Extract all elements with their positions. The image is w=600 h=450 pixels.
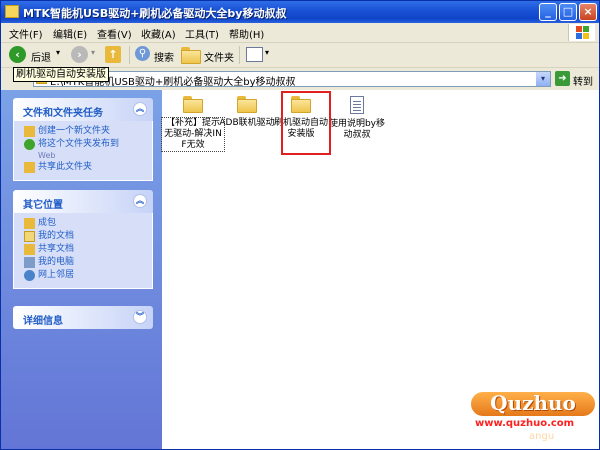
toolbar-separator bbox=[239, 46, 240, 64]
views-dropdown-icon[interactable]: ▾ bbox=[265, 48, 269, 57]
up-folder-icon[interactable]: ↑ bbox=[105, 46, 121, 63]
documents-icon bbox=[24, 231, 35, 242]
publish-web-link[interactable]: 将这个文件夹发布到 bbox=[14, 138, 152, 151]
network-icon bbox=[24, 270, 35, 281]
network-places-label: 网上邻居 bbox=[38, 270, 75, 280]
file-tasks-body: 创建一个新文件夹 将这个文件夹发布到 Web 共享此文件夹 bbox=[13, 121, 153, 181]
file-tasks-title: 文件和文件夹任务 bbox=[23, 108, 103, 119]
task-pane: 文件和文件夹任务 ︽ 创建一个新文件夹 将这个文件夹发布到 Web 共享此文件夹… bbox=[1, 90, 162, 449]
menu-favorites[interactable]: 收藏(A) bbox=[141, 26, 176, 41]
publish-web-sub[interactable]: Web bbox=[14, 151, 152, 161]
file-item[interactable]: ADB联机驱动 bbox=[216, 96, 278, 129]
shared-documents-link[interactable]: 共享文档 bbox=[14, 243, 152, 256]
my-documents-link[interactable]: 我的文档 bbox=[14, 230, 152, 243]
close-button[interactable]: × bbox=[579, 3, 597, 21]
globe-icon bbox=[24, 139, 35, 150]
address-input[interactable]: E:\MTK智能机USB驱动+刷机必备驱动大全by移动叔叔 ▾ bbox=[33, 71, 551, 88]
folders-button-label[interactable]: 文件夹 bbox=[204, 49, 234, 64]
file-name: 【补充】提示无驱动-解决INF无效 bbox=[161, 117, 225, 152]
toolbar-separator bbox=[129, 46, 130, 64]
back-arrow-icon[interactable]: ‹ bbox=[9, 46, 26, 63]
other-places-header[interactable]: 其它位置 ︽ bbox=[13, 190, 153, 213]
expand-chevron-icon[interactable]: ︾ bbox=[133, 310, 147, 324]
new-folder-label: 创建一个新文件夹 bbox=[38, 126, 111, 136]
forward-arrow-icon[interactable]: › bbox=[71, 46, 88, 63]
folder-icon bbox=[237, 96, 257, 113]
menu-help[interactable]: 帮助(H) bbox=[229, 26, 264, 41]
forward-dropdown-icon[interactable]: ▾ bbox=[91, 48, 95, 57]
search-button-label[interactable]: 搜索 bbox=[154, 49, 174, 64]
folder-icon bbox=[183, 96, 203, 113]
views-icon[interactable] bbox=[246, 47, 263, 62]
go-button-label[interactable]: 转到 bbox=[573, 73, 593, 88]
file-item[interactable]: 使用说明by移动叔叔 bbox=[326, 96, 388, 141]
file-tasks-header[interactable]: 文件和文件夹任务 ︽ bbox=[13, 98, 153, 121]
explorer-window: MTK智能机USB驱动+刷机必备驱动大全by移动叔叔 _ □ × 文件(F) 编… bbox=[0, 0, 600, 450]
menu-edit[interactable]: 编辑(E) bbox=[53, 26, 87, 41]
file-tasks-panel: 文件和文件夹任务 ︽ 创建一个新文件夹 将这个文件夹发布到 Web 共享此文件夹 bbox=[13, 98, 153, 181]
my-documents-label: 我的文档 bbox=[38, 231, 75, 241]
publish-web-label: 将这个文件夹发布到 bbox=[38, 139, 120, 149]
go-arrow-icon[interactable]: ➜ bbox=[555, 71, 570, 86]
folder-icon bbox=[24, 218, 35, 229]
other-places-title: 其它位置 bbox=[23, 200, 63, 211]
address-dropdown-icon[interactable]: ▾ bbox=[536, 72, 550, 86]
highlight-box bbox=[281, 91, 331, 155]
watermark-brand: Quzhuo bbox=[469, 390, 597, 418]
my-computer-link[interactable]: 我的电脑 bbox=[14, 256, 152, 269]
collapse-chevron-icon[interactable]: ︽ bbox=[133, 194, 147, 208]
details-title: 详细信息 bbox=[23, 316, 63, 327]
file-name: 使用说明by移动叔叔 bbox=[328, 119, 386, 140]
network-places-link[interactable]: 网上邻居 bbox=[14, 269, 152, 282]
share-folder-link[interactable]: 共享此文件夹 bbox=[14, 161, 152, 174]
details-header[interactable]: 详细信息 ︾ bbox=[13, 306, 153, 329]
other-places-panel: 其它位置 ︽ 成包 我的文档 共享文档 我的电脑 网上邻居 bbox=[13, 190, 153, 289]
place-link[interactable]: 成包 bbox=[14, 217, 152, 230]
toolbar: ‹ 后退 ▾ › ▾ ↑ ⚲ 搜索 文件夹 ▾ bbox=[1, 43, 599, 68]
menu-tools[interactable]: 工具(T) bbox=[185, 26, 219, 41]
menu-bar: 文件(F) 编辑(E) 查看(V) 收藏(A) 工具(T) 帮助(H) bbox=[1, 23, 599, 43]
folder-icon bbox=[5, 5, 19, 18]
watermark-url: www.quzhuo.com bbox=[475, 418, 575, 429]
other-places-body: 成包 我的文档 共享文档 我的电脑 网上邻居 bbox=[13, 213, 153, 289]
place-label: 成包 bbox=[38, 218, 57, 228]
new-folder-icon bbox=[24, 126, 35, 137]
maximize-button[interactable]: □ bbox=[559, 3, 577, 21]
search-icon[interactable]: ⚲ bbox=[135, 46, 150, 61]
tooltip: 刷机驱动自动安装版 bbox=[13, 67, 109, 82]
file-name: ADB联机驱动 bbox=[219, 118, 275, 128]
watermark: Quzhuo www.quzhuo.com angu bbox=[469, 390, 599, 448]
computer-icon bbox=[24, 257, 35, 268]
folders-icon[interactable] bbox=[181, 47, 201, 64]
my-computer-label: 我的电脑 bbox=[38, 257, 75, 267]
share-folder-label: 共享此文件夹 bbox=[38, 162, 93, 172]
details-panel: 详细信息 ︾ bbox=[13, 306, 153, 329]
window-title: MTK智能机USB驱动+刷机必备驱动大全by移动叔叔 bbox=[23, 7, 287, 20]
menu-view[interactable]: 查看(V) bbox=[97, 26, 132, 41]
menu-file[interactable]: 文件(F) bbox=[9, 26, 43, 41]
minimize-button[interactable]: _ bbox=[539, 3, 557, 21]
watermark-sub: angu bbox=[529, 431, 555, 442]
windows-logo-icon bbox=[568, 24, 595, 41]
new-folder-link[interactable]: 创建一个新文件夹 bbox=[14, 125, 152, 138]
collapse-chevron-icon[interactable]: ︽ bbox=[133, 102, 147, 116]
share-folder-icon bbox=[24, 162, 35, 173]
title-bar[interactable]: MTK智能机USB驱动+刷机必备驱动大全by移动叔叔 _ □ × bbox=[1, 1, 599, 23]
file-item[interactable]: 【补充】提示无驱动-解决INF无效 bbox=[161, 96, 225, 152]
shared-documents-label: 共享文档 bbox=[38, 244, 75, 254]
back-dropdown-icon[interactable]: ▾ bbox=[56, 48, 60, 57]
shared-folder-icon bbox=[24, 244, 35, 255]
document-icon bbox=[350, 96, 364, 114]
back-button-label[interactable]: 后退 bbox=[31, 49, 51, 64]
